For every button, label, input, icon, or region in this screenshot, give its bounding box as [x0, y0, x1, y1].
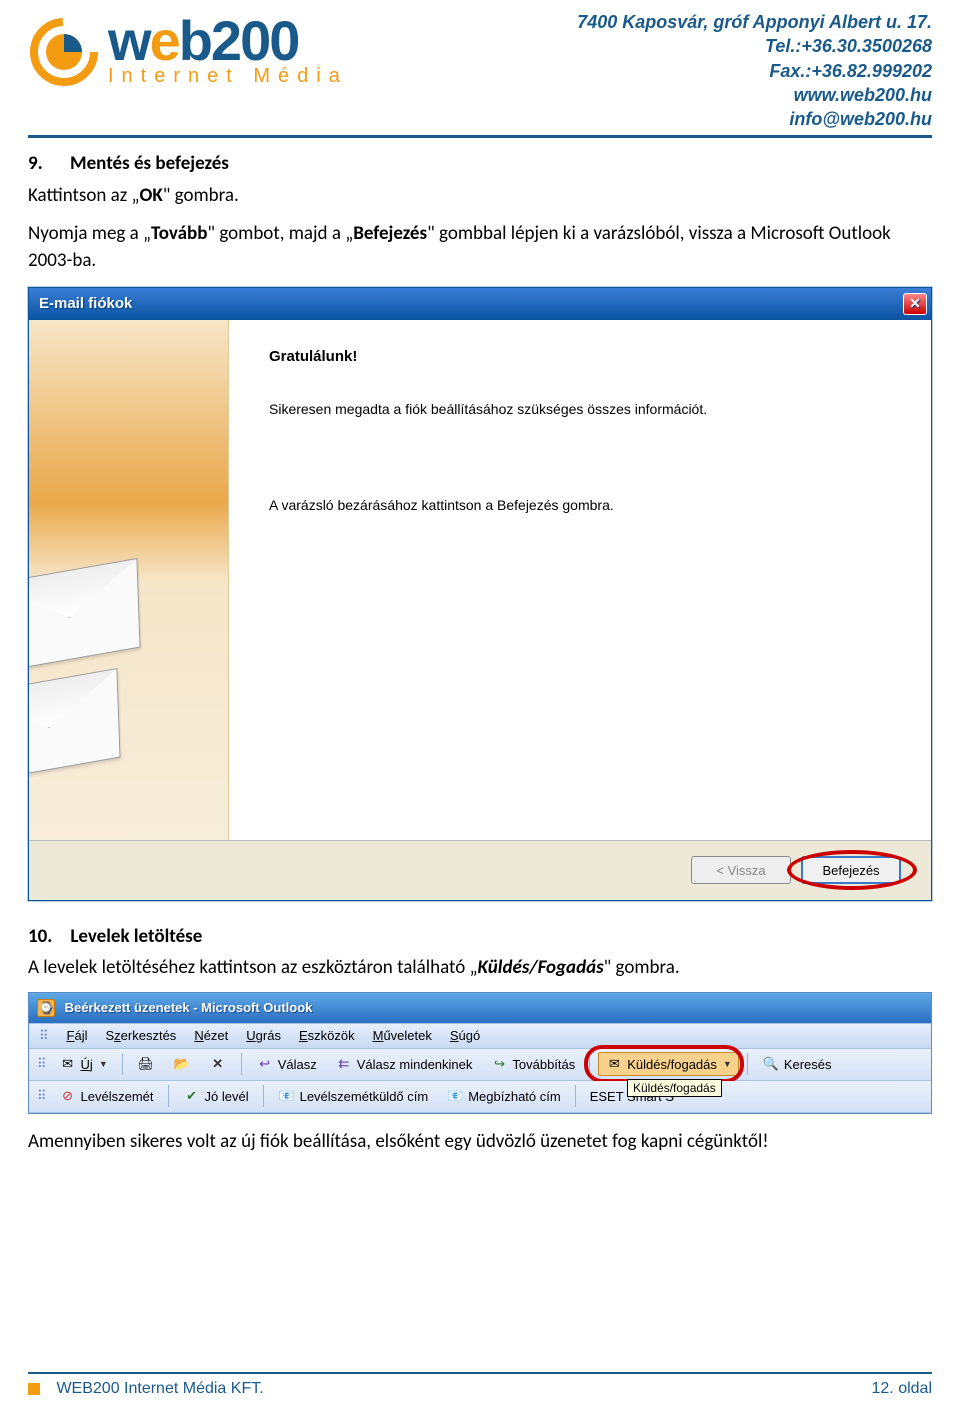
section-9-para-2: Nyomja meg a „Tovább" gombot, majd a „Be…	[28, 220, 932, 275]
envelope-icon	[29, 668, 121, 782]
not-junk-button[interactable]: ✔ Jó levél	[177, 1085, 255, 1107]
junk-icon: ⊘	[59, 1087, 77, 1105]
printer-icon: 🖨	[137, 1055, 155, 1073]
wizard-text-1: Sikeresen megadta a fiók beállításához s…	[269, 401, 901, 417]
new-button[interactable]: ✉ Új ▼	[53, 1053, 114, 1075]
page-header: web200 Internet Média 7400 Kaposvár, gró…	[28, 10, 932, 138]
menu-go[interactable]: Ugrás	[246, 1028, 281, 1043]
section-9-title: 9. Mentés és befejezés	[28, 150, 932, 178]
reply-all-icon: ⇇	[335, 1055, 353, 1073]
separator	[122, 1053, 123, 1075]
contact-email: info@web200.hu	[577, 107, 932, 131]
toolbar-main: ⠿ ✉ Új ▼ 🖨 📂 ✕ ↩ Válasz ⇇ Válasz mindenk…	[29, 1049, 931, 1081]
email-wizard-dialog: E-mail fiókok ✕ Gratulálunk! Sikeresen m…	[28, 287, 932, 901]
folder-move-icon: 📂	[173, 1055, 191, 1073]
back-button: < Vissza	[691, 856, 791, 884]
outlook-icon: ⌚	[37, 999, 55, 1017]
junk-button[interactable]: ⊘ Levélszemét	[53, 1085, 160, 1107]
trusted-sender-button[interactable]: 📧 Megbízható cím	[440, 1085, 567, 1107]
page-footer: WEB200 Internet Média KFT. 12. oldal	[28, 1372, 932, 1398]
menu-file[interactable]: Fájl	[67, 1028, 88, 1043]
wizard-sidebar-graphic	[29, 320, 229, 840]
outlook-title-text: Beérkezett üzenetek - Microsoft Outlook	[65, 1000, 313, 1015]
contact-address: 7400 Kaposvár, gróf Apponyi Albert u. 17…	[577, 10, 932, 34]
contact-block: 7400 Kaposvár, gróf Apponyi Albert u. 17…	[577, 10, 932, 131]
section-10-title: 10. Levelek letöltése	[28, 923, 932, 951]
section-number: 9.	[28, 150, 52, 178]
footer-page-number: 12. oldal	[872, 1380, 933, 1398]
separator	[168, 1085, 169, 1107]
logo-swirl-icon	[28, 16, 100, 88]
tooltip: Küldés/fogadás	[627, 1079, 722, 1097]
junk-sender-button[interactable]: 📧 Levélszemétküldő cím	[272, 1085, 435, 1107]
toolbar-grip-icon[interactable]: ⠿	[37, 1056, 47, 1072]
section-10-para: A levelek letöltéséhez kattintson az esz…	[28, 954, 932, 982]
chevron-down-icon[interactable]: ▼	[99, 1059, 108, 1069]
toolbar-secondary: ⠿ ⊘ Levélszemét ✔ Jó levél 📧 Levélszemét…	[29, 1081, 931, 1113]
wizard-text-2: A varázsló bezárásához kattintson a Befe…	[269, 497, 901, 513]
address-trust-icon: 📧	[446, 1087, 464, 1105]
separator	[241, 1053, 242, 1075]
dialog-title: E-mail fiókok	[39, 295, 132, 312]
separator	[747, 1053, 748, 1075]
reply-icon: ↩	[256, 1055, 274, 1073]
contact-fax: Fax.:+36.82.999202	[577, 59, 932, 83]
separator	[589, 1053, 590, 1075]
reply-button[interactable]: ↩ Válasz	[250, 1053, 323, 1075]
reply-all-button[interactable]: ⇇ Válasz mindenkinek	[329, 1053, 479, 1075]
footer-company: WEB200 Internet Média KFT.	[56, 1380, 263, 1397]
wizard-heading: Gratulálunk!	[269, 348, 901, 365]
footer-bullet-icon	[28, 1383, 40, 1395]
forward-button[interactable]: ↪ Továbbítás	[484, 1053, 581, 1075]
finish-button[interactable]: Befejezés	[801, 856, 901, 884]
menu-edit[interactable]: Szerkesztés	[106, 1028, 177, 1043]
outlook-titlebar[interactable]: ⌚ Beérkezett üzenetek - Microsoft Outloo…	[29, 993, 931, 1023]
contact-tel: Tel.:+36.30.3500268	[577, 34, 932, 58]
dialog-titlebar[interactable]: E-mail fiókok ✕	[29, 288, 931, 320]
menu-bar: ⠿ Fájl Szerkesztés Nézet Ugrás Eszközök …	[29, 1023, 931, 1049]
separator	[575, 1085, 576, 1107]
forward-icon: ↪	[490, 1055, 508, 1073]
toolbar-grip-icon[interactable]: ⠿	[37, 1088, 47, 1104]
menu-help[interactable]: Súgó	[450, 1028, 480, 1043]
menu-view[interactable]: Nézet	[194, 1028, 228, 1043]
menu-grip-icon[interactable]: ⠿	[39, 1028, 49, 1044]
logo: web200 Internet Média	[28, 10, 348, 88]
send-receive-button[interactable]: ✉ Küldés/fogadás ▼	[598, 1052, 739, 1076]
section-9-para-1: Kattintson az „OK" gombra.	[28, 182, 932, 210]
search-button[interactable]: 🔍 Keresés	[756, 1053, 838, 1075]
address-junk-icon: 📧	[278, 1087, 296, 1105]
move-button[interactable]: 📂	[167, 1053, 197, 1075]
section-heading: Mentés és befejezés	[70, 150, 229, 178]
section-heading: Levelek letöltése	[70, 923, 202, 951]
chevron-down-icon[interactable]: ▼	[723, 1059, 732, 1069]
search-icon: 🔍	[762, 1055, 780, 1073]
envelope-icon	[29, 558, 141, 672]
delete-icon: ✕	[209, 1055, 227, 1073]
print-button[interactable]: 🖨	[131, 1053, 161, 1075]
new-mail-icon: ✉	[59, 1055, 77, 1073]
logo-subtitle: Internet Média	[108, 65, 348, 88]
outlook-window: ⌚ Beérkezett üzenetek - Microsoft Outloo…	[28, 992, 932, 1114]
section-number: 10.	[28, 923, 52, 951]
logo-wordmark: web200	[108, 16, 348, 66]
check-icon: ✔	[183, 1087, 201, 1105]
closing-text: Amennyiben sikeres volt az új fiók beáll…	[28, 1128, 932, 1156]
send-receive-icon: ✉	[605, 1055, 623, 1073]
menu-tools[interactable]: Eszközök	[299, 1028, 355, 1043]
contact-web: www.web200.hu	[577, 83, 932, 107]
menu-actions[interactable]: Műveletek	[373, 1028, 432, 1043]
close-icon[interactable]: ✕	[903, 293, 927, 315]
delete-button[interactable]: ✕	[203, 1053, 233, 1075]
separator	[263, 1085, 264, 1107]
